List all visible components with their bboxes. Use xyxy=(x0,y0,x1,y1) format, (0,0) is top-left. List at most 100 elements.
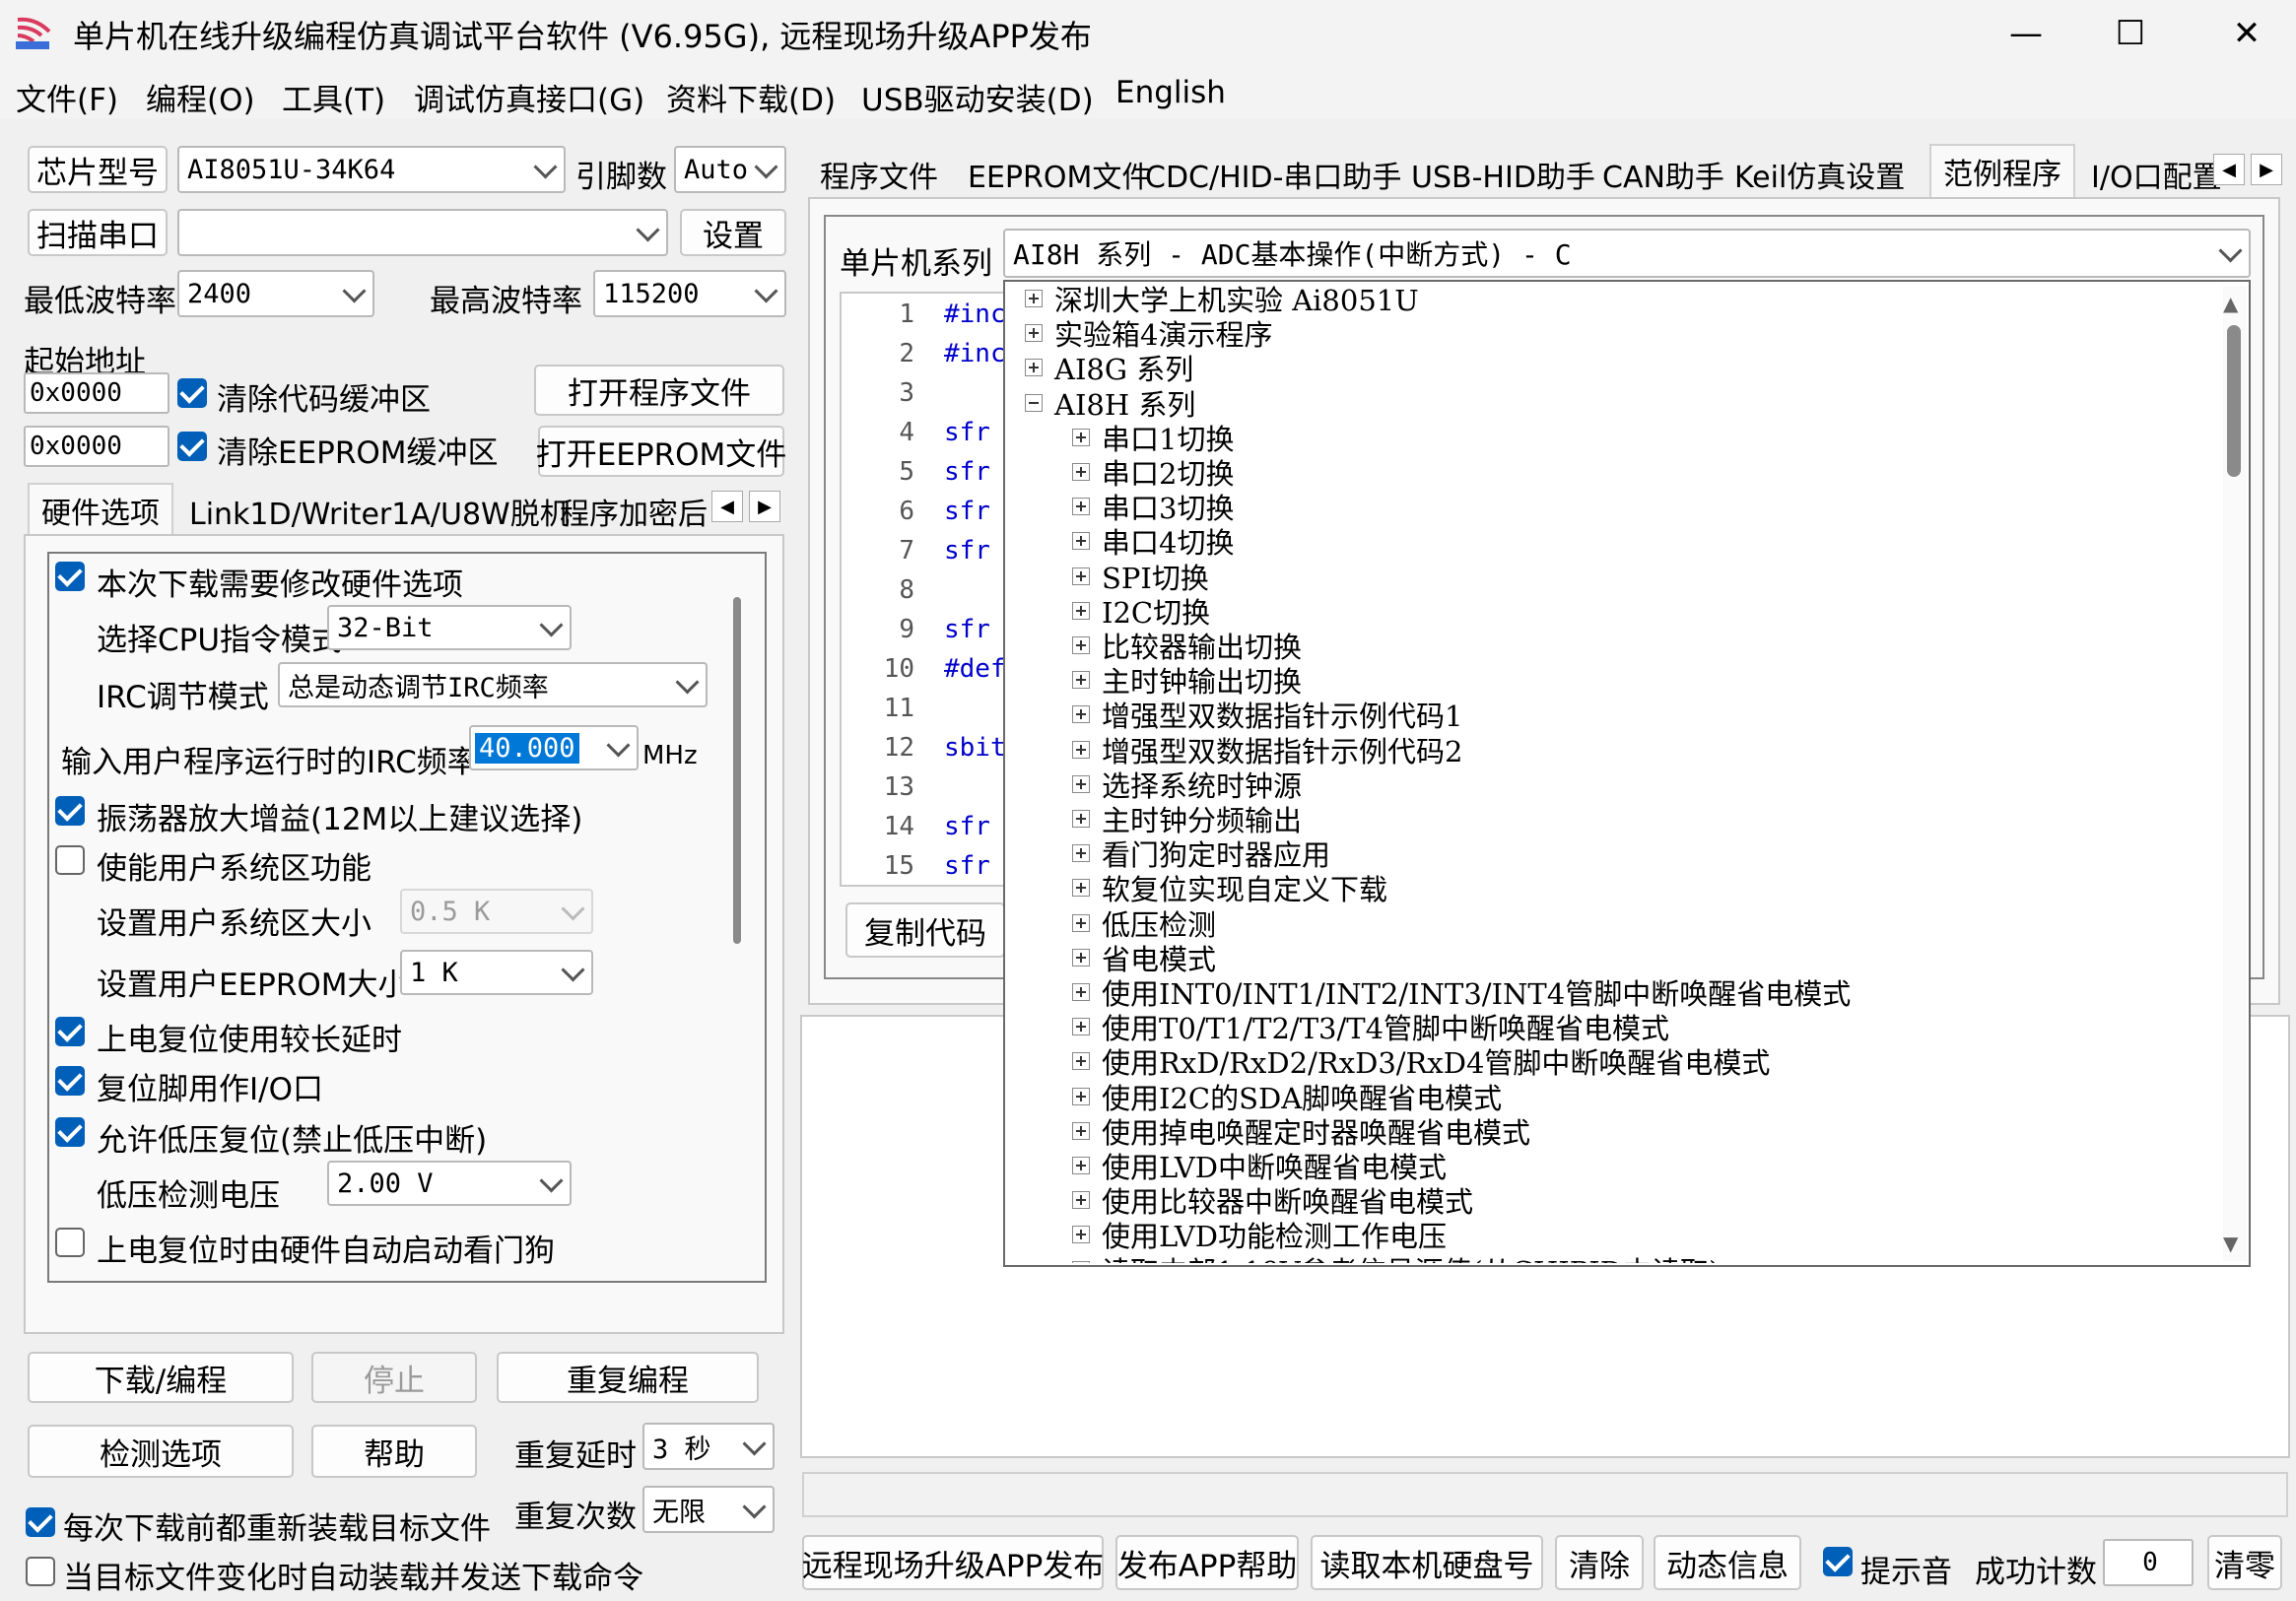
chip-model-select[interactable]: AI8051U-34K64 xyxy=(177,146,566,193)
expand-plus-icon[interactable] xyxy=(1072,810,1090,828)
lvd-reset-checkbox[interactable] xyxy=(55,1117,85,1147)
expand-plus-icon[interactable] xyxy=(1072,740,1090,759)
tree-child-item[interactable]: 比较器输出切换 xyxy=(1072,629,1302,664)
tab-can-helper[interactable]: CAN助手 xyxy=(1590,148,1736,201)
tree-child-item[interactable]: 使用RxD/RxD2/RxD3/RxD4管脚中断唤醒省电模式 xyxy=(1072,1044,1770,1080)
eeprom-start-address-input[interactable]: 0x0000 xyxy=(24,426,169,467)
expand-plus-icon[interactable] xyxy=(1025,359,1043,377)
expand-plus-icon[interactable] xyxy=(1025,290,1043,307)
reset-io-checkbox[interactable] xyxy=(55,1066,85,1096)
tab-usb-hid[interactable]: USB-HID助手 xyxy=(1399,148,1607,201)
tab-hardware-options[interactable]: 硬件选项 xyxy=(28,483,173,536)
tree-item[interactable]: AI8H 系列 xyxy=(1025,386,1195,422)
lvd-voltage-select[interactable]: 2.00 V xyxy=(327,1161,572,1206)
reload-target-checkbox[interactable] xyxy=(26,1507,55,1537)
tree-child-item[interactable]: 增强型双数据指针示例代码1 xyxy=(1072,698,1462,733)
tree-child-item[interactable]: 串口1切换 xyxy=(1072,421,1234,456)
tree-child-item[interactable]: 使用I2C的SDA脚唤醒省电模式 xyxy=(1072,1080,1502,1115)
expand-plus-icon[interactable] xyxy=(1025,324,1043,343)
tree-child-item[interactable]: 软复位实现自定义下载 xyxy=(1072,871,1387,906)
collapse-minus-icon[interactable] xyxy=(1025,393,1043,412)
menu-usb-driver[interactable]: USB驱动安装(D) xyxy=(861,75,1094,119)
tree-child-item[interactable]: 使用LVD中断唤醒省电模式 xyxy=(1072,1149,1447,1184)
expand-plus-icon[interactable] xyxy=(1072,636,1090,654)
menu-english[interactable]: English xyxy=(1115,75,1226,110)
expand-plus-icon[interactable] xyxy=(1072,1260,1090,1263)
expand-plus-icon[interactable] xyxy=(1072,463,1090,481)
modify-hw-checkbox[interactable] xyxy=(55,562,85,591)
repeat-program-button[interactable]: 重复编程 xyxy=(497,1352,759,1403)
auto-watchdog-checkbox[interactable] xyxy=(55,1228,85,1257)
long-delay-checkbox[interactable] xyxy=(55,1017,85,1046)
expand-plus-icon[interactable] xyxy=(1072,1052,1090,1071)
tab-program-encrypt[interactable]: 程序加密后 xyxy=(548,485,719,538)
tab-scroll-left-icon[interactable]: ◀ xyxy=(711,491,743,522)
tree-child-item[interactable]: 增强型双数据指针示例代码2 xyxy=(1072,733,1462,768)
menu-debug[interactable]: 调试仿真接口(G) xyxy=(414,75,644,119)
max-baud-select[interactable]: 115200 xyxy=(593,270,786,317)
tree-child-item[interactable]: 串口2切换 xyxy=(1072,455,1234,491)
hw-scrollbar[interactable] xyxy=(733,597,741,944)
series-select[interactable]: AI8H 系列 - ADC基本操作(中断方式) - C xyxy=(1003,229,2251,278)
tab-scroll-right-icon[interactable]: ▶ xyxy=(749,491,780,522)
expand-plus-icon[interactable] xyxy=(1072,879,1090,898)
expand-plus-icon[interactable] xyxy=(1072,498,1090,516)
code-start-address-input[interactable]: 0x0000 xyxy=(24,372,169,414)
tab-scroll-right-icon[interactable]: ▶ xyxy=(2251,154,2282,185)
tree-child-item[interactable]: 主时钟分频输出 xyxy=(1072,802,1302,837)
publish-help-button[interactable]: 发布APP帮助 xyxy=(1115,1535,1299,1590)
expand-plus-icon[interactable] xyxy=(1072,844,1090,863)
osc-gain-checkbox[interactable] xyxy=(55,796,85,826)
min-baud-select[interactable]: 2400 xyxy=(177,270,374,317)
irc-freq-select[interactable]: 40.000 xyxy=(469,725,639,770)
tree-child-item[interactable]: 看门狗定时器应用 xyxy=(1072,836,1330,872)
tree-item[interactable]: AI8G 系列 xyxy=(1025,351,1193,386)
irc-mode-select[interactable]: 总是动态调节IRC频率 xyxy=(278,662,708,707)
expand-plus-icon[interactable] xyxy=(1072,601,1090,620)
tab-cdc-hid-serial[interactable]: CDC/HID-串口助手 xyxy=(1133,148,1413,201)
tree-child-item[interactable]: 使用LVD功能检测工作电压 xyxy=(1072,1218,1447,1253)
tab-keil-settings[interactable]: Keil仿真设置 xyxy=(1722,148,1917,201)
cpu-mode-select[interactable]: 32-Bit xyxy=(327,605,572,650)
download-program-button[interactable]: 下载/编程 xyxy=(28,1352,294,1403)
tree-child-item[interactable]: 串口3切换 xyxy=(1072,490,1234,525)
tree-child-item[interactable]: 读取内部1.19V参考信号源值(从CHIPID中读取) xyxy=(1072,1253,1720,1263)
tab-io-config[interactable]: I/O口配置 xyxy=(2079,148,2221,201)
settings-button[interactable]: 设置 xyxy=(680,209,786,256)
pin-count-select[interactable]: Auto xyxy=(674,146,786,193)
tree-child-item[interactable]: SPI切换 xyxy=(1072,560,1209,595)
scan-port-button[interactable]: 扫描串口 xyxy=(28,209,168,256)
serial-port-select[interactable] xyxy=(177,209,668,256)
tab-examples[interactable]: 范例程序 xyxy=(1929,144,2075,197)
chip-model-button[interactable]: 芯片型号 xyxy=(28,146,168,193)
eeprom-size-select[interactable]: 1 K xyxy=(400,950,593,995)
tree-child-item[interactable]: 使用比较器中断唤醒省电模式 xyxy=(1072,1183,1473,1219)
expand-plus-icon[interactable] xyxy=(1072,671,1090,690)
expand-plus-icon[interactable] xyxy=(1072,1157,1090,1174)
menu-download[interactable]: 资料下载(D) xyxy=(666,75,836,119)
repeat-delay-select[interactable]: 3 秒 xyxy=(642,1423,775,1470)
expand-plus-icon[interactable] xyxy=(1072,948,1090,967)
expand-plus-icon[interactable] xyxy=(1072,705,1090,724)
read-disk-id-button[interactable]: 读取本机硬盘号 xyxy=(1311,1535,1543,1590)
expand-plus-icon[interactable] xyxy=(1072,428,1090,446)
clear-code-checkbox[interactable] xyxy=(177,378,207,408)
expand-plus-icon[interactable] xyxy=(1072,567,1090,585)
menu-tools[interactable]: 工具(T) xyxy=(282,75,385,119)
sys-size-select[interactable]: 0.5 K xyxy=(400,889,593,934)
expand-plus-icon[interactable] xyxy=(1072,1226,1090,1244)
user-sys-area-checkbox[interactable] xyxy=(55,845,85,875)
tree-child-item[interactable]: I2C切换 xyxy=(1072,594,1210,630)
expand-plus-icon[interactable] xyxy=(1072,1018,1090,1036)
tree-item[interactable]: 深圳大学上机实验 Ai8051U xyxy=(1025,282,1419,317)
open-eeprom-file-button[interactable]: 打开EEPROM文件 xyxy=(536,426,786,477)
expand-plus-icon[interactable] xyxy=(1072,913,1090,932)
tree-child-item[interactable]: 使用INT0/INT1/INT2/INT3/INT4管脚中断唤醒省电模式 xyxy=(1072,975,1851,1011)
tree-child-item[interactable]: 主时钟输出切换 xyxy=(1072,663,1302,699)
auto-load-checkbox[interactable] xyxy=(26,1557,55,1586)
tab-link1d-offline[interactable]: Link1D/Writer1A/U8W脱机 xyxy=(177,485,581,538)
menu-program[interactable]: 编程(O) xyxy=(146,75,255,119)
minimize-button[interactable]: — xyxy=(1971,0,2081,67)
tree-child-item[interactable]: 使用掉电唤醒定时器唤醒省电模式 xyxy=(1072,1114,1530,1150)
publish-app-button[interactable]: 远程现场升级APP发布 xyxy=(802,1535,1104,1590)
